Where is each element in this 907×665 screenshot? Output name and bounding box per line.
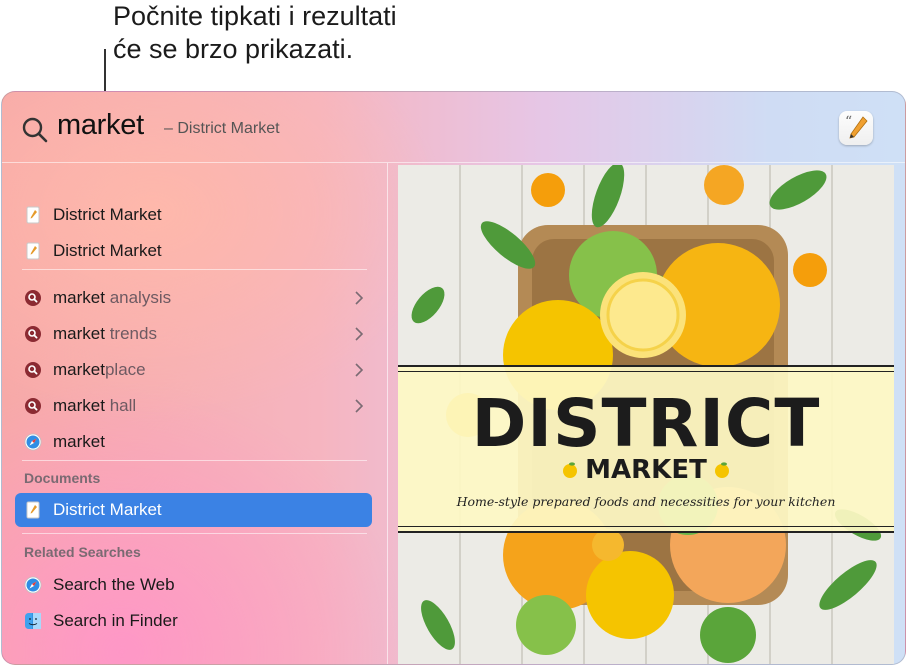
lemon-icon <box>563 462 578 478</box>
callout-text: Počnite tipkati i rezultati će se brzo p… <box>113 0 397 66</box>
pages-document-icon <box>26 242 40 260</box>
related-row-web[interactable]: Search the Web <box>15 568 372 602</box>
suggestion-rest: place <box>104 360 146 379</box>
safari-icon <box>24 576 42 594</box>
pages-document-icon <box>26 501 40 519</box>
lemon-icon <box>714 462 729 478</box>
divider <box>22 269 367 270</box>
related-row-finder[interactable]: Search in Finder <box>15 604 372 638</box>
results-list: District Market District Market market a… <box>2 163 387 664</box>
suggestion-row[interactable]: market trends <box>15 317 372 351</box>
spotlight-window: market – District Market “ District Mark… <box>1 91 906 665</box>
open-in-pages-button[interactable]: “ <box>839 111 873 145</box>
magnifier-icon <box>22 117 48 143</box>
suggestion-row[interactable]: market hall <box>15 389 372 423</box>
divider <box>22 460 367 461</box>
callout-line-1: Počnite tipkati i rezultati <box>113 1 397 31</box>
top-hit-label: District Market <box>53 205 162 224</box>
search-bar[interactable]: market – District Market “ <box>2 92 905 163</box>
document-preview: DISTRICT MARKET Home-style prepared food… <box>398 165 894 664</box>
search-suggestion-icon <box>25 326 41 342</box>
poster-subtitle: MARKET <box>585 455 707 485</box>
pages-document-icon: “ <box>845 114 868 139</box>
finder-icon <box>25 613 41 629</box>
suggestion-typed: market <box>53 396 105 415</box>
suggestion-typed: market <box>53 432 105 451</box>
suggestion-row[interactable]: market analysis <box>15 281 372 315</box>
suggestion-rest: analysis <box>104 288 172 307</box>
related-label: Search in Finder <box>53 611 178 630</box>
search-suggestion-icon <box>25 398 41 414</box>
suggestion-row[interactable]: market place <box>15 353 372 387</box>
search-completion: – District Market <box>164 120 280 137</box>
chevron-right-icon <box>355 327 364 341</box>
poster-title-band: DISTRICT MARKET Home-style prepared food… <box>398 365 894 533</box>
document-label: District Market <box>53 500 162 519</box>
suggestion-rest: trends <box>104 324 157 343</box>
chevron-right-icon <box>355 399 364 413</box>
poster-subtitle-row: MARKET <box>398 455 894 485</box>
suggestion-rest: hall <box>104 396 137 415</box>
pages-document-icon <box>26 206 40 224</box>
top-hit-row[interactable]: District Market <box>15 198 372 232</box>
top-hit-label: District Market <box>53 241 162 260</box>
search-suggestion-icon <box>25 290 41 306</box>
suggestion-typed: market <box>53 360 105 379</box>
poster-tagline: Home-style prepared foods and necessitie… <box>456 494 836 509</box>
chevron-right-icon <box>355 363 364 377</box>
safari-icon <box>24 433 42 451</box>
document-row-selected[interactable]: District Market <box>15 493 372 527</box>
svg-text:“: “ <box>845 114 852 130</box>
section-title-related: Related Searches <box>24 544 141 560</box>
top-hit-row[interactable]: District Market <box>15 234 372 268</box>
search-suggestion-icon <box>25 362 41 378</box>
chevron-right-icon <box>355 291 364 305</box>
section-title-documents: Documents <box>24 470 101 486</box>
callout-line-2: će se brzo prikazati. <box>113 34 354 64</box>
suggestion-typed: market <box>53 324 105 343</box>
suggestion-typed: market <box>53 288 105 307</box>
poster-title: DISTRICT <box>471 385 821 462</box>
search-input[interactable]: market <box>57 109 144 142</box>
pane-divider <box>387 163 388 664</box>
suggestion-row[interactable]: market <box>15 425 372 459</box>
related-label: Search the Web <box>53 575 175 594</box>
divider <box>22 533 367 534</box>
